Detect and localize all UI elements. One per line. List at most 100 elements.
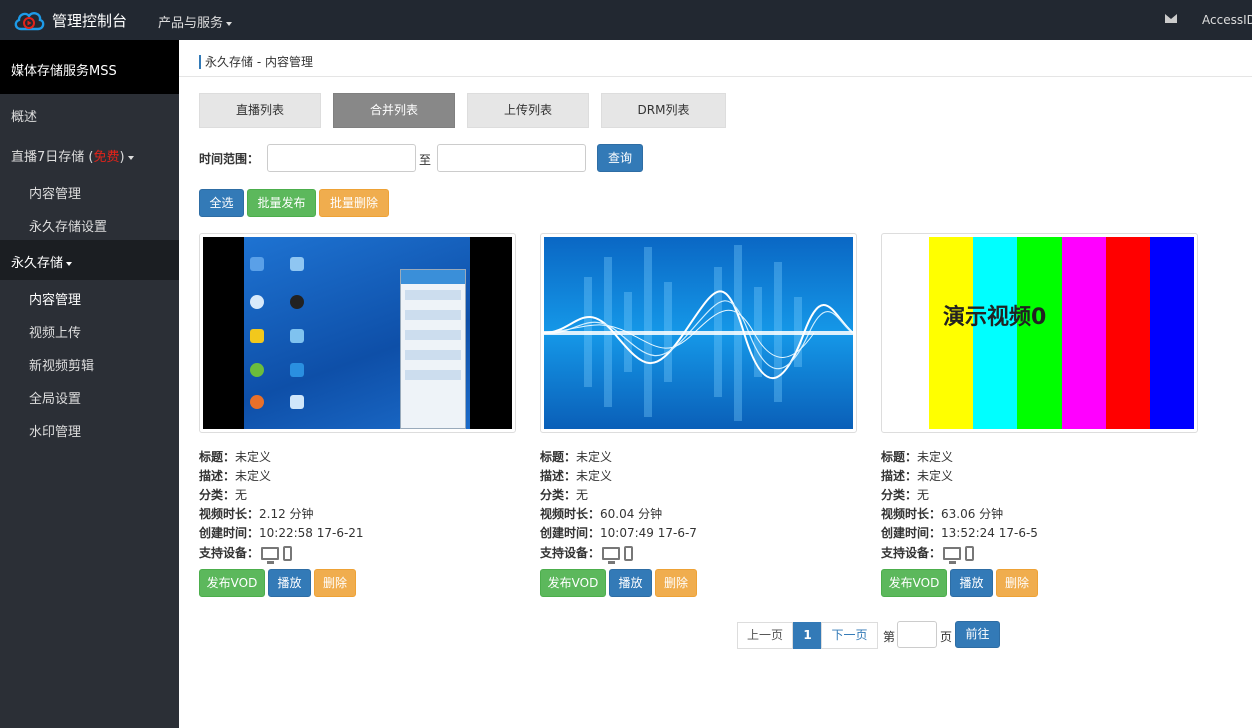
- devices-label: 支持设备：: [540, 546, 601, 560]
- query-button[interactable]: 查询: [597, 144, 643, 172]
- sidebar-item-perm-content[interactable]: 内容管理: [0, 289, 179, 308]
- color-bar: [929, 237, 974, 429]
- free-badge: 免费: [93, 150, 120, 165]
- sidebar-item-live7-content[interactable]: 内容管理: [0, 183, 179, 202]
- mobile-icon: [283, 546, 293, 561]
- sidebar-item-global-settings[interactable]: 全局设置: [0, 388, 179, 407]
- card-title-row: 标题：未定义: [540, 448, 612, 465]
- color-bar: [1017, 237, 1062, 429]
- created-label: 创建时间：: [199, 526, 260, 540]
- card-category-value: 无: [576, 488, 589, 502]
- card-duration-value: 63.06 分钟: [941, 507, 1004, 521]
- sidebar-item-video-upload[interactable]: 视频上传: [0, 322, 179, 341]
- category-label: 分类：: [540, 488, 577, 502]
- desktop-icon: [943, 547, 962, 564]
- desktop-icon: [261, 547, 280, 564]
- page-prefix-label: 第: [883, 630, 896, 644]
- desc-label: 描述：: [540, 469, 577, 483]
- card-duration-value: 60.04 分钟: [600, 507, 663, 521]
- card-title-row: 标题：未定义: [881, 448, 953, 465]
- thumbnail-image: 演示视频0: [885, 237, 1194, 429]
- desktop-icon: [290, 329, 304, 343]
- current-page-button[interactable]: 1: [793, 622, 822, 649]
- sound-wave-graphic: [544, 245, 853, 421]
- card-created-row: 创建时间：10:22:58 17-6-21: [199, 524, 364, 541]
- envelope-icon[interactable]: [1165, 14, 1177, 23]
- page-suffix-label: 页: [940, 630, 953, 644]
- sidebar-item-watermark[interactable]: 水印管理: [0, 421, 179, 440]
- delete-button[interactable]: 删除: [655, 569, 697, 597]
- batch-delete-button[interactable]: 批量删除: [319, 189, 389, 217]
- start-date-input[interactable]: [267, 144, 416, 172]
- publish-vod-button[interactable]: 发布VOD: [540, 569, 606, 597]
- play-button[interactable]: 播放: [268, 569, 311, 597]
- delete-button[interactable]: 删除: [996, 569, 1038, 597]
- card-duration-row: 视频时长：60.04 分钟: [540, 505, 662, 522]
- card-duration-row: 视频时长：2.12 分钟: [199, 505, 314, 522]
- caret-down-icon: [226, 21, 233, 26]
- prev-page-button[interactable]: 上一页: [737, 622, 793, 649]
- card-title-value: 未定义: [917, 450, 954, 464]
- tab-drm-list[interactable]: DRM列表: [601, 93, 726, 128]
- sidebar-item-video-edit[interactable]: 新视频剪辑: [0, 355, 179, 374]
- color-bar: [1061, 237, 1106, 429]
- card-category-row: 分类：无: [881, 486, 929, 503]
- created-label: 创建时间：: [540, 526, 601, 540]
- thumbnail-image: [203, 237, 512, 429]
- next-page-button[interactable]: 下一页: [821, 622, 878, 649]
- time-range-label: 时间范围：: [199, 152, 260, 166]
- sidebar-title: 媒体存储服务MSS: [0, 40, 179, 94]
- delete-button[interactable]: 删除: [314, 569, 356, 597]
- video-thumbnail[interactable]: 演示视频0: [881, 233, 1198, 433]
- page-number-input[interactable]: [897, 621, 937, 648]
- duration-label: 视频时长：: [881, 507, 942, 521]
- tab-upload-list[interactable]: 上传列表: [467, 93, 589, 128]
- duration-label: 视频时长：: [199, 507, 260, 521]
- card-devices-row: 支持设备：: [540, 544, 634, 564]
- brand[interactable]: 管理控制台: [12, 6, 127, 34]
- title-label: 标题：: [199, 450, 236, 464]
- end-date-input[interactable]: [437, 144, 586, 172]
- select-all-button[interactable]: 全选: [199, 189, 244, 217]
- video-thumbnail[interactable]: [540, 233, 857, 433]
- card-desc-row: 描述：未定义: [540, 467, 612, 484]
- sidebar-item-overview[interactable]: 概述: [0, 106, 179, 125]
- card-title-value: 未定义: [235, 450, 272, 464]
- sidebar-item-live7[interactable]: 直播7日存储 (免费): [0, 146, 179, 165]
- sidebar-item-perm-settings[interactable]: 永久存储设置: [0, 216, 179, 235]
- sidebar-item-permanent[interactable]: 永久存储: [0, 240, 179, 280]
- color-bar: [973, 237, 1018, 429]
- desktop-icon: [290, 395, 304, 409]
- card-category-row: 分类：无: [199, 486, 247, 503]
- batch-publish-button[interactable]: 批量发布: [247, 189, 316, 217]
- play-button[interactable]: 播放: [609, 569, 652, 597]
- live7-close: ): [119, 150, 125, 165]
- title-label: 标题：: [540, 450, 577, 464]
- devices-label: 支持设备：: [881, 546, 942, 560]
- products-menu[interactable]: 产品与服务: [158, 12, 233, 31]
- video-thumbnail[interactable]: [199, 233, 516, 433]
- card-created-value: 10:22:58 17-6-21: [259, 526, 364, 540]
- live7-label: 直播7日存储 (: [11, 150, 94, 165]
- card-desc-value: 未定义: [576, 469, 613, 483]
- card-duration-value: 2.12 分钟: [259, 507, 314, 521]
- accessid-link[interactable]: AccessID: [1202, 13, 1252, 27]
- publish-vod-button[interactable]: 发布VOD: [881, 569, 947, 597]
- publish-vod-button[interactable]: 发布VOD: [199, 569, 265, 597]
- play-button[interactable]: 播放: [950, 569, 993, 597]
- chat-row: [405, 370, 461, 380]
- color-bars: [929, 237, 1194, 429]
- card-duration-row: 视频时长：63.06 分钟: [881, 505, 1003, 522]
- card-created-row: 创建时间：13:52:24 17-6-5: [881, 524, 1038, 541]
- desktop-icon: [250, 257, 264, 271]
- tab-live-list[interactable]: 直播列表: [199, 93, 321, 128]
- tab-merge-list[interactable]: 合并列表: [333, 93, 455, 128]
- desc-label: 描述：: [199, 469, 236, 483]
- go-to-page-button[interactable]: 前往: [955, 621, 1000, 648]
- thumbnail-image: [544, 237, 853, 429]
- demo-video-caption: 演示视频0: [943, 305, 1047, 330]
- card-created-row: 创建时间：10:07:49 17-6-7: [540, 524, 697, 541]
- permanent-label: 永久存储: [11, 256, 64, 271]
- desktop-icon: [290, 257, 304, 271]
- desktop-icon: [250, 295, 264, 309]
